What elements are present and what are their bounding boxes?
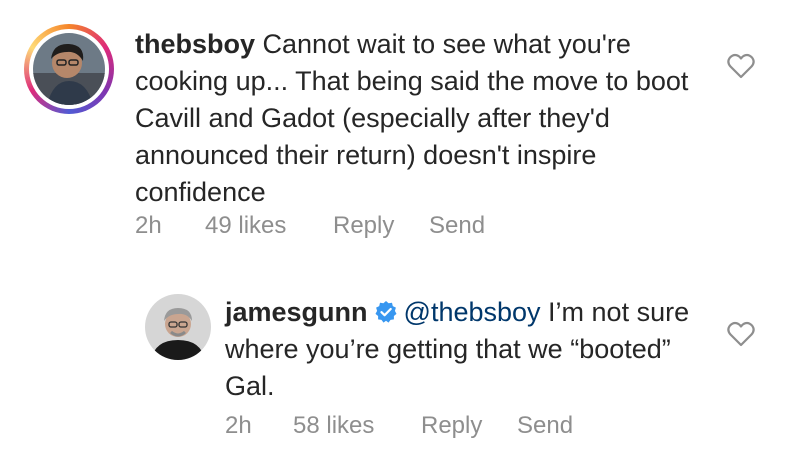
heart-outline-icon[interactable] [727, 321, 755, 347]
username[interactable]: jamesgunn [225, 297, 368, 327]
heart-outline-icon[interactable] [727, 53, 755, 79]
comment-meta: 2h 49 likes Reply Send [135, 212, 535, 242]
username[interactable]: thebsboy [135, 29, 255, 59]
comment-meta: 2h 58 likes Reply Send [225, 412, 625, 442]
likes-count[interactable]: 58 likes [293, 412, 374, 440]
timestamp[interactable]: 2h [135, 212, 162, 240]
verified-badge-icon [374, 297, 398, 323]
likes-count[interactable]: 49 likes [205, 212, 286, 240]
send-button[interactable]: Send [429, 212, 485, 240]
reply-button[interactable]: Reply [421, 412, 482, 440]
comment-thebsboy: thebsboy Cannot wait to see what you're … [0, 0, 800, 260]
mention-link[interactable]: @thebsboy [404, 297, 541, 327]
avatar-story-ring[interactable] [24, 24, 114, 114]
avatar[interactable] [145, 294, 211, 360]
comment-text: jamesgunn @thebsboy I’m not sure where y… [225, 294, 695, 405]
timestamp[interactable]: 2h [225, 412, 252, 440]
reply-button[interactable]: Reply [333, 212, 394, 240]
comment-text: thebsboy Cannot wait to see what you're … [135, 26, 695, 211]
send-button[interactable]: Send [517, 412, 573, 440]
avatar[interactable] [33, 33, 105, 105]
comment-jamesgunn: jamesgunn @thebsboy I’m not sure where y… [0, 270, 800, 468]
